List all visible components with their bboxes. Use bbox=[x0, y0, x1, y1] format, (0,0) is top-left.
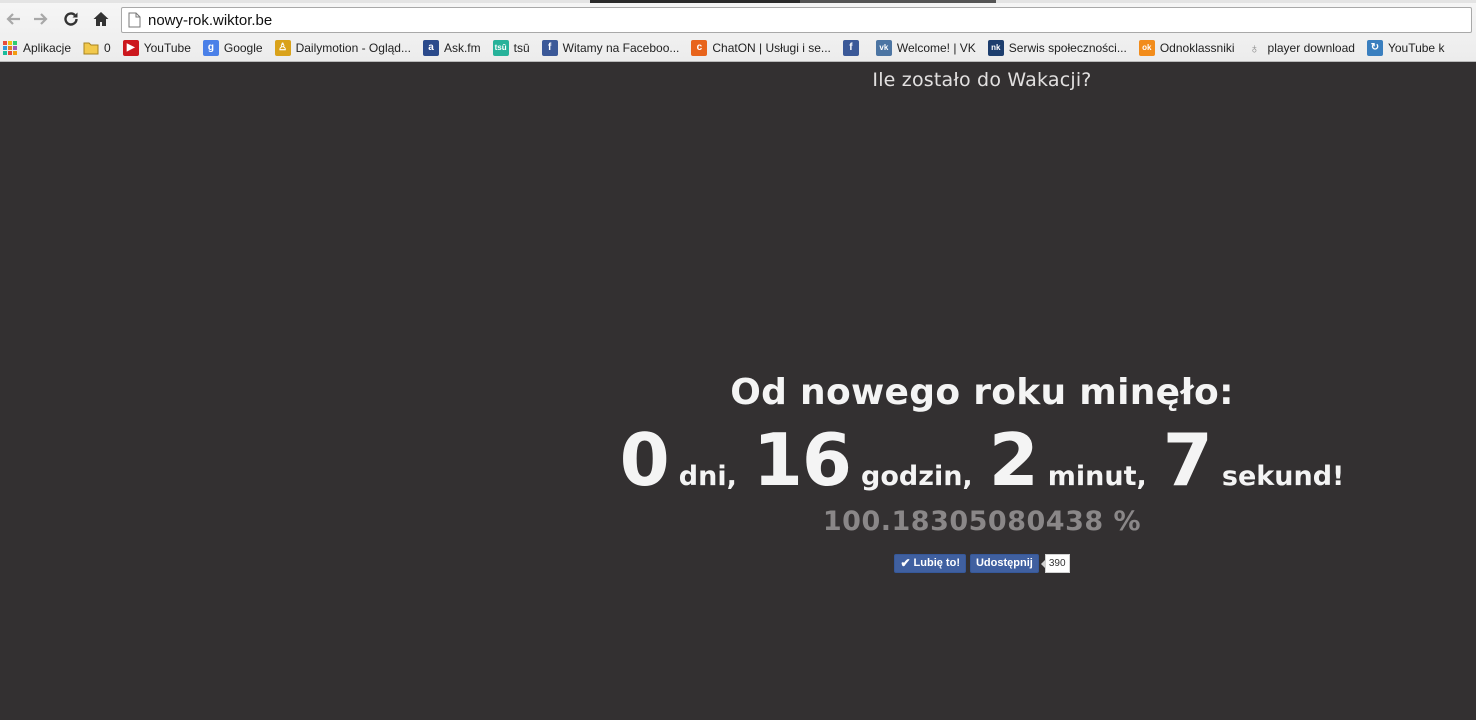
bookmark-item[interactable]: Aplikacje bbox=[2, 38, 71, 58]
bookmark-label: ChatON | Usługi i se... bbox=[712, 41, 831, 55]
page-content: Ile zostało do Wakacji? Od nowego roku m… bbox=[0, 63, 1476, 720]
google-icon: g bbox=[202, 40, 219, 56]
bookmark-label: Witamy na Faceboo... bbox=[562, 41, 680, 55]
home-icon bbox=[93, 12, 109, 26]
bookmark-label: YouTube k bbox=[1387, 41, 1445, 55]
dailymotion-icon: ♙ bbox=[274, 40, 291, 56]
odnoklassniki-icon: ok bbox=[1138, 40, 1155, 56]
share-button[interactable]: Udostępnij bbox=[969, 553, 1039, 573]
like-count-badge: 390 bbox=[1040, 553, 1070, 573]
bookmark-label: Aplikacje bbox=[23, 41, 72, 55]
facebook-icon: f bbox=[541, 40, 558, 56]
facebook-widget: ✔ Lubię to! Udostępnij 390 bbox=[600, 553, 1364, 573]
bookmark-label: Serwis społeczności... bbox=[1008, 41, 1127, 55]
bookmark-label: tsū bbox=[513, 41, 530, 55]
bookmark-label: Google bbox=[223, 41, 263, 55]
bookmark-label: Welcome! | VK bbox=[896, 41, 976, 55]
arrow-right-icon bbox=[34, 13, 48, 25]
bookmark-item[interactable]: ♙ Dailymotion - Ogląd... bbox=[274, 38, 411, 58]
bookmark-item[interactable]: g Google bbox=[202, 38, 263, 58]
page-icon bbox=[128, 12, 141, 28]
address-bar[interactable]: nowy-rok.wiktor.be bbox=[121, 7, 1472, 33]
bookmark-item[interactable]: nk Serwis społeczności... bbox=[987, 38, 1127, 58]
seconds-value: 7 bbox=[1162, 418, 1213, 502]
bookmark-item[interactable]: vk Welcome! | VK bbox=[875, 38, 976, 58]
bookmark-item[interactable]: f Witamy na Faceboo... bbox=[541, 38, 680, 58]
minutes-value: 2 bbox=[988, 418, 1039, 502]
like-button[interactable]: ✔ Lubię to! bbox=[894, 553, 966, 573]
bookmark-label: Ask.fm bbox=[443, 41, 481, 55]
share-label: Udostępnij bbox=[975, 557, 1033, 569]
tab-strip bbox=[0, 0, 1476, 3]
folder-icon bbox=[83, 40, 99, 56]
back-button[interactable] bbox=[0, 5, 26, 33]
days-unit: dni, bbox=[678, 461, 737, 492]
youtube-converter-icon: ↻ bbox=[1366, 40, 1383, 56]
time-row: 0 dni, 16 godzin, 2 minut, 7 sekund! bbox=[600, 424, 1364, 496]
checkmark-icon: ✔ bbox=[900, 556, 911, 570]
days-value: 0 bbox=[619, 418, 670, 502]
arrow-left-icon bbox=[6, 13, 20, 25]
youtube-icon: ▶ bbox=[122, 40, 139, 56]
bookmark-label: player download bbox=[1267, 41, 1355, 55]
bookmark-item[interactable]: 0 bbox=[83, 38, 111, 58]
navigation-bar: nowy-rok.wiktor.be bbox=[0, 5, 1476, 33]
bookmark-item[interactable]: a Ask.fm bbox=[422, 38, 481, 58]
bookmarks-bar: Aplikacje 0 ▶ YouTube g Google ♙ Dailymotion - … bbox=[0, 37, 1476, 59]
bookmark-label: 0 bbox=[104, 41, 111, 55]
askfm-icon: a bbox=[422, 40, 439, 56]
reload-icon bbox=[64, 12, 78, 26]
like-label: Lubię to! bbox=[913, 557, 960, 569]
nk-icon: nk bbox=[987, 40, 1004, 56]
seconds-unit: sekund! bbox=[1221, 461, 1345, 492]
vacation-link[interactable]: Ile zostało do Wakacji? bbox=[0, 69, 1476, 91]
elapsed-counter: Od nowego roku minęło: 0 dni, 16 godzin, 2 mi… bbox=[600, 370, 1364, 573]
bookmark-label: Dailymotion - Ogląd... bbox=[295, 41, 411, 55]
bookmark-item[interactable]: ↻ YouTube k bbox=[1366, 38, 1445, 58]
url-text: nowy-rok.wiktor.be bbox=[148, 11, 273, 29]
bookmark-item[interactable]: ▶ YouTube bbox=[122, 38, 191, 58]
vk-icon: vk bbox=[875, 40, 892, 56]
bookmark-item[interactable]: tsū tsū bbox=[492, 38, 530, 58]
bookmark-item[interactable]: ♁ player download bbox=[1247, 38, 1355, 58]
tsu-icon: tsū bbox=[492, 40, 509, 56]
apps-grid-icon bbox=[2, 40, 18, 56]
home-button[interactable] bbox=[88, 5, 114, 33]
headline: Od nowego roku minęło: bbox=[730, 372, 1234, 413]
bookmark-item[interactable]: f bbox=[842, 38, 864, 58]
bookmark-label: Odnoklassniki bbox=[1159, 41, 1235, 55]
reload-button[interactable] bbox=[58, 5, 84, 33]
browser-chrome: nowy-rok.wiktor.be Aplikacje 0 ▶ YouTube g Go… bbox=[0, 0, 1476, 62]
hours-unit: godzin, bbox=[861, 461, 973, 492]
forward-button[interactable] bbox=[28, 5, 54, 33]
bookmark-item[interactable]: ok Odnoklassniki bbox=[1138, 38, 1235, 58]
facebook-icon: f bbox=[842, 40, 859, 56]
hours-value: 16 bbox=[752, 418, 852, 502]
bookmark-item[interactable]: c ChatON | Usługi i se... bbox=[691, 38, 831, 58]
percent-value: 100.18305080438 % bbox=[822, 506, 1142, 537]
chaton-icon: c bbox=[691, 40, 708, 56]
bookmark-label: YouTube bbox=[143, 41, 191, 55]
player-icon: ♁ bbox=[1249, 40, 1260, 56]
minutes-unit: minut, bbox=[1047, 461, 1147, 492]
